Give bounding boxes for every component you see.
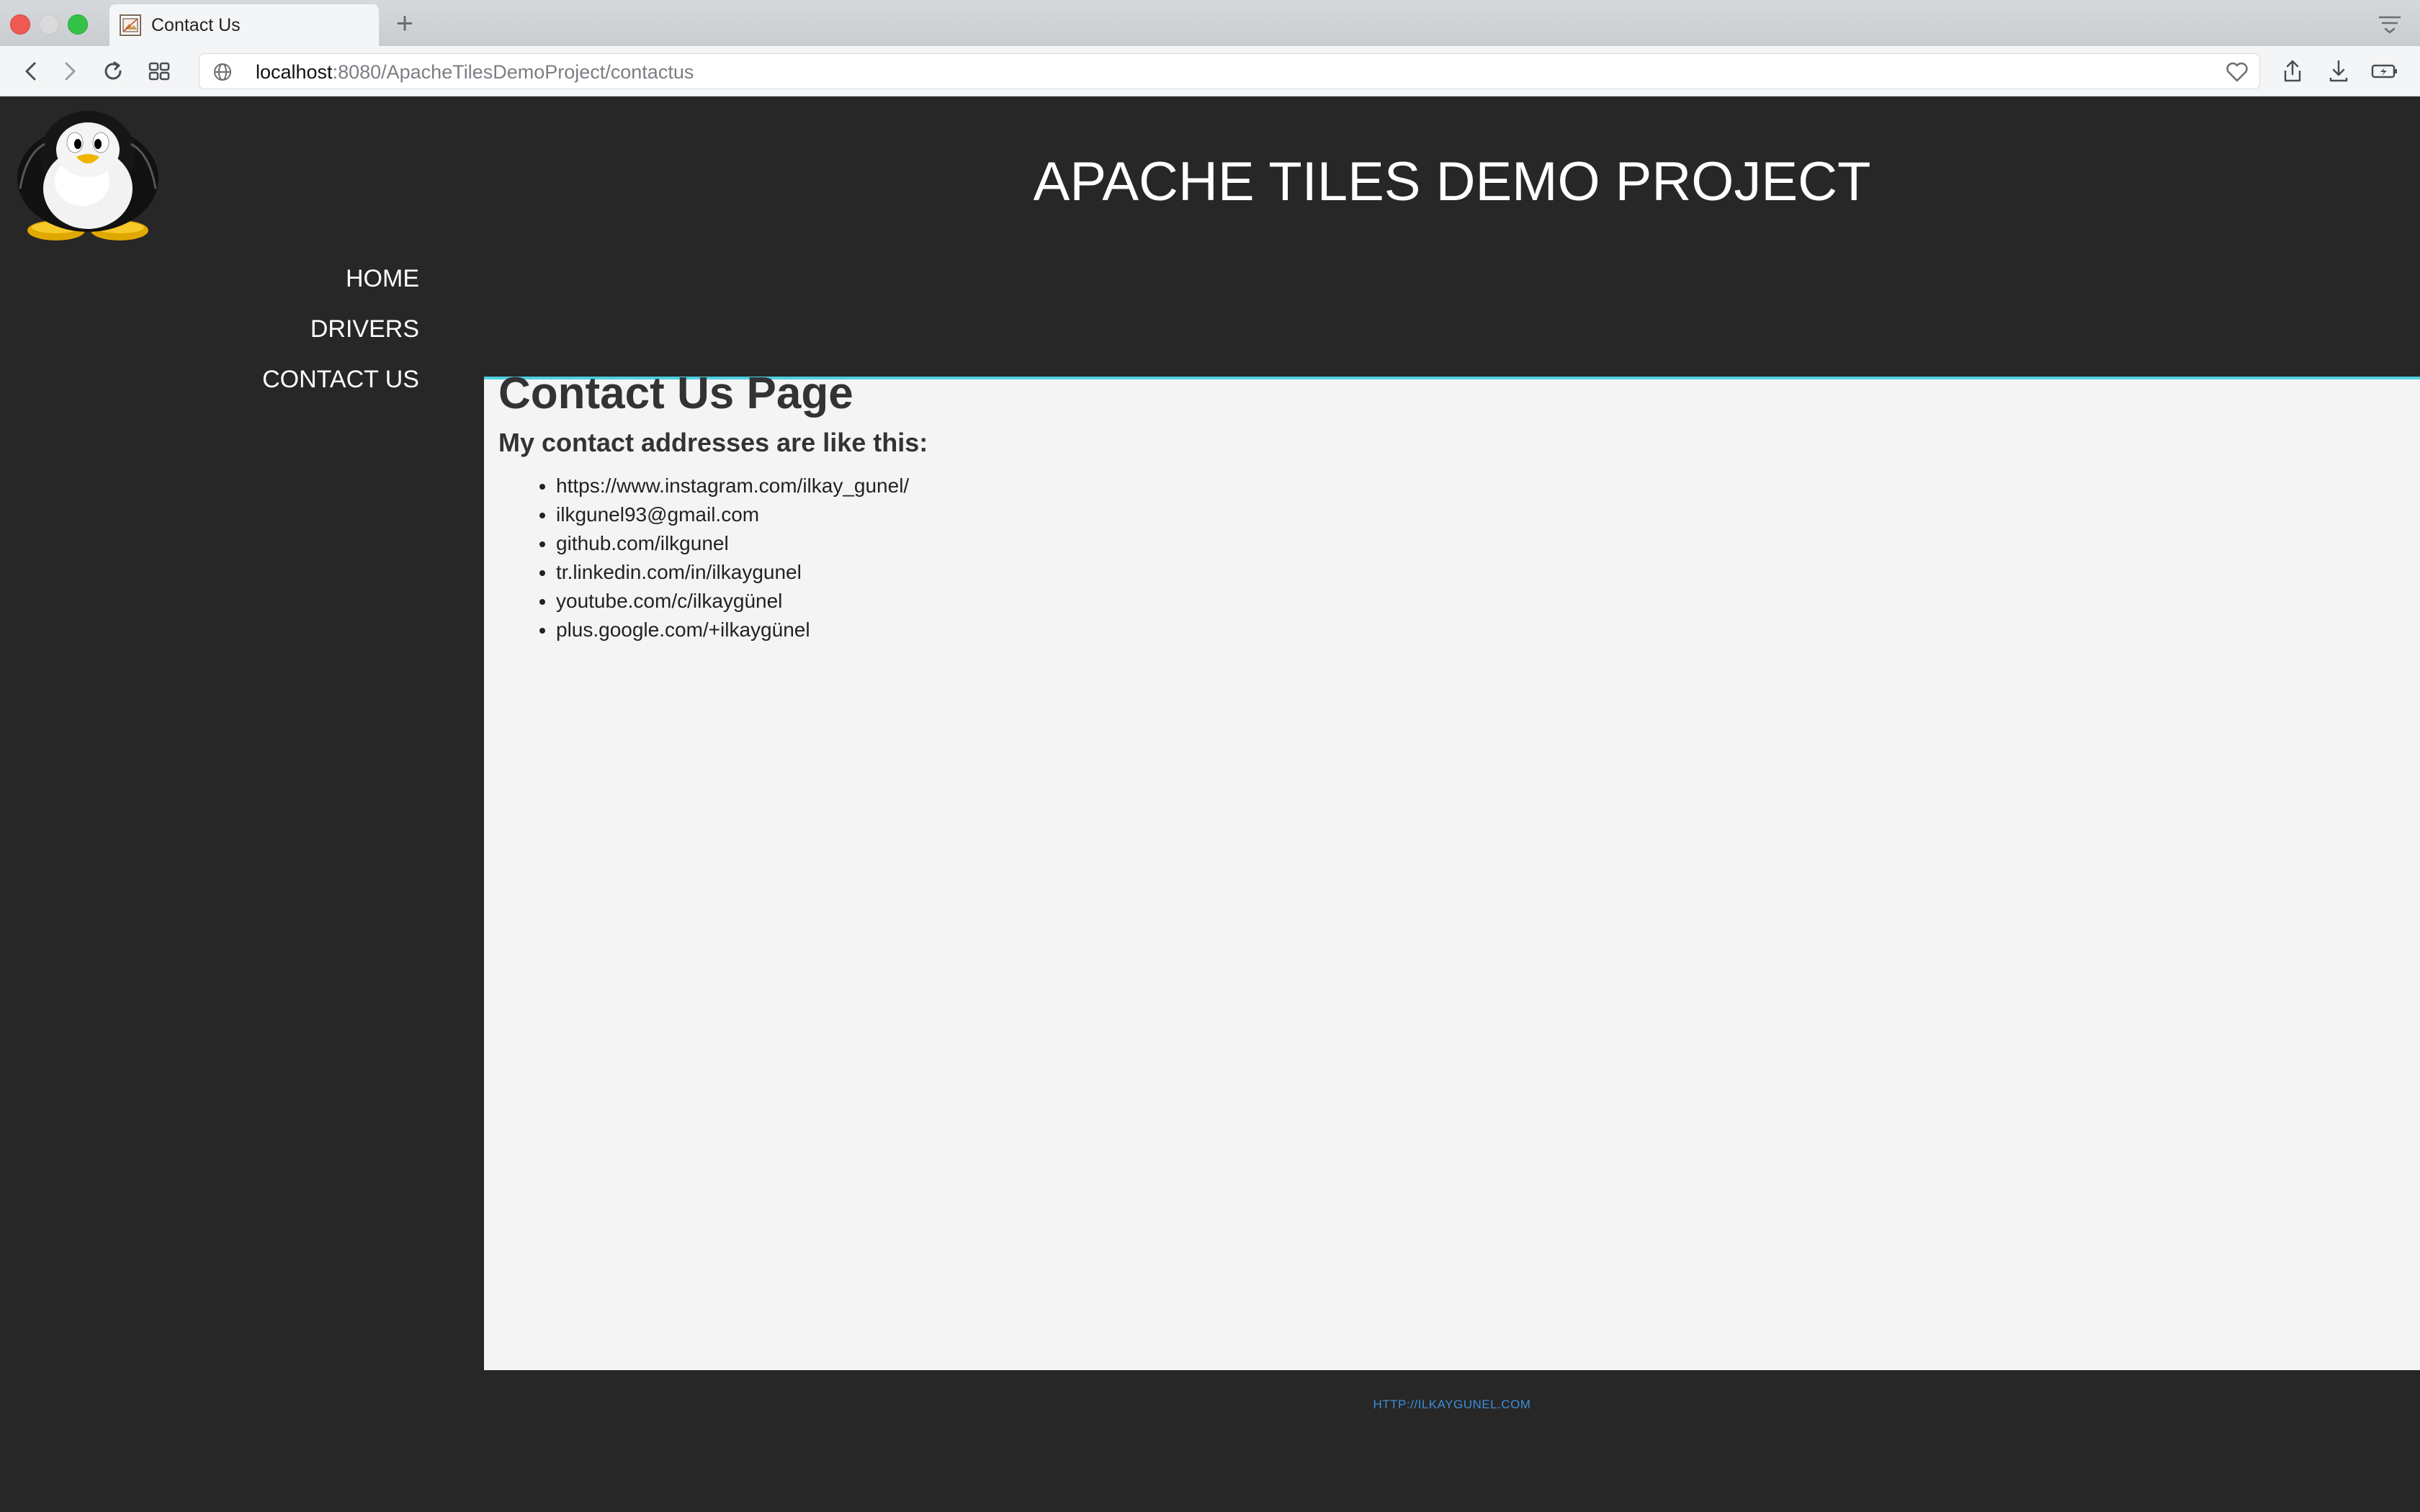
new-tab-button[interactable]: + (390, 6, 419, 40)
url-path: :8080/ApacheTilesDemoProject/contactus (332, 61, 694, 83)
heart-icon[interactable] (2225, 60, 2249, 84)
main-nav: HOME DRIVERS CONTACT US (262, 253, 419, 405)
browser-tab-active[interactable]: Contact Us (109, 4, 379, 46)
battery-icon[interactable] (2370, 56, 2400, 86)
page-subtitle: My contact addresses are like this: (498, 428, 928, 457)
reload-icon[interactable] (98, 56, 128, 86)
download-icon[interactable] (2323, 56, 2354, 86)
browser-toolbar: localhost:8080/ApacheTilesDemoProject/co… (0, 46, 2420, 96)
tab-overview-icon[interactable] (144, 56, 174, 86)
nav-item-drivers[interactable]: DRIVERS (262, 304, 419, 354)
zoom-window-button[interactable] (68, 14, 88, 35)
nav-item-home[interactable]: HOME (262, 253, 419, 304)
tabs-menu-icon[interactable] (2377, 13, 2403, 35)
window-titlebar: Contact Us + (0, 0, 2420, 46)
sidebar: HOME DRIVERS CONTACT US (0, 96, 484, 1512)
footer-link[interactable]: HTTP://ILKAYGUNEL.COM (484, 1398, 2420, 1412)
list-item: tr.linkedin.com/in/ilkaygunel (556, 558, 909, 587)
nav-item-contact-us[interactable]: CONTACT US (262, 354, 419, 405)
forward-icon[interactable] (55, 56, 85, 86)
list-item: ilkgunel93@gmail.com (556, 500, 909, 529)
share-icon[interactable] (2277, 56, 2308, 86)
globe-icon (212, 62, 233, 82)
address-bar[interactable]: localhost:8080/ApacheTilesDemoProject/co… (199, 53, 2260, 89)
site-footer: HTTP://ILKAYGUNEL.COM (484, 1370, 2420, 1512)
url-host: localhost (256, 61, 333, 83)
list-item: github.com/ilkgunel (556, 529, 909, 558)
contact-list: https://www.instagram.com/ilkay_gunel/ i… (498, 472, 909, 644)
list-item: https://www.instagram.com/ilkay_gunel/ (556, 472, 909, 500)
url-text[interactable]: localhost:8080/ApacheTilesDemoProject/co… (256, 61, 694, 83)
site-title: APACHE TILES DEMO PROJECT (1033, 151, 1871, 212)
list-item: youtube.com/c/ilkaygünel (556, 587, 909, 616)
penguin-logo (4, 104, 163, 248)
list-item: plus.google.com/+ilkaygünel (556, 616, 909, 644)
main-content: Contact Us Page My contact addresses are… (484, 369, 2420, 1370)
back-icon[interactable] (16, 56, 46, 86)
tab-title: Contact Us (151, 14, 241, 35)
close-window-button[interactable] (10, 14, 30, 35)
minimize-window-button[interactable] (39, 14, 59, 35)
broken-image-favicon-icon (120, 14, 141, 36)
page-title: Contact Us Page (498, 369, 853, 418)
site-header: APACHE TILES DEMO PROJECT (484, 96, 2420, 379)
